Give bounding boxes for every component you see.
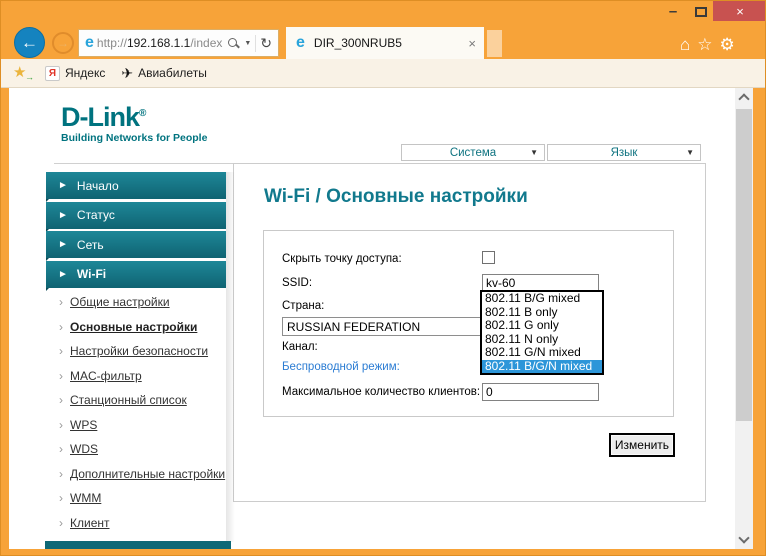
submenu-link[interactable]: › WMM (59, 486, 229, 511)
arrow-right-icon: ► (58, 239, 68, 250)
url-scheme: http:// (97, 36, 127, 50)
channel-label: Канал: (282, 341, 318, 353)
hide-ap-label: Скрыть точку доступа: (282, 253, 402, 265)
tab-title: DIR_300NRUB5 (314, 36, 469, 50)
dropdown-option[interactable]: 802.11 G/N mixed (482, 346, 602, 360)
scrollbar-thumb[interactable] (736, 109, 752, 421)
submenu-link[interactable]: › Общие настройки (59, 290, 229, 315)
sidebar-section[interactable]: ► Статус (46, 202, 226, 229)
divider (255, 35, 256, 52)
refresh-button[interactable]: ↻ (260, 35, 272, 52)
maximize-button[interactable] (693, 6, 709, 18)
hide-ap-checkbox[interactable] (482, 251, 495, 264)
sidebar-section[interactable]: ► Сеть (46, 231, 226, 258)
plane-icon: ✈ (121, 65, 133, 82)
address-bar[interactable]: e http://192.168.1.1/index ▼ ↻ (78, 29, 279, 57)
arrow-right-icon: ► (58, 269, 68, 280)
language-menu[interactable]: Язык ▼ (547, 144, 701, 161)
sidebar-footer-bar (45, 541, 231, 549)
ssid-label: SSID: (282, 277, 312, 289)
new-tab-button[interactable] (487, 30, 502, 57)
url-path: /index (190, 36, 222, 50)
page-title: Wi-Fi / Основные настройки (264, 186, 528, 208)
tab-favicon: e (296, 35, 305, 51)
bullet-icon: › (59, 467, 63, 481)
settings-button[interactable]: ⚙ (720, 36, 735, 53)
arrow-right-icon: ► (58, 210, 68, 221)
scroll-down-button[interactable] (738, 532, 749, 543)
browser-window: – × ← → e http://192.168.1.1/index ▼ ↻ e… (0, 0, 766, 556)
logo-tagline: Building Networks for People (61, 132, 207, 144)
browser-toolbar: ⌂ ☆ ⚙ (680, 29, 735, 59)
tab-close-button[interactable]: × (468, 36, 476, 51)
dropdown-option[interactable]: 802.11 G only (482, 319, 602, 333)
page-viewport: D-Link® Building Networks for People Сис… (9, 88, 753, 549)
logo-text: D-Link® (61, 100, 207, 131)
dropdown-option[interactable]: 802.11 B/G mixed (482, 292, 602, 306)
url-text[interactable]: http://192.168.1.1/index (97, 36, 224, 50)
favorite-link-yandex[interactable]: Яндекс (65, 66, 105, 80)
submenu-link[interactable]: › Дополнительные настройки (59, 462, 229, 487)
bullet-icon: › (59, 344, 63, 358)
back-button[interactable]: ← (14, 27, 45, 58)
bullet-icon: › (59, 418, 63, 432)
system-menu[interactable]: Система ▼ (401, 144, 545, 161)
scrollbar[interactable] (735, 88, 753, 549)
bullet-icon: › (59, 516, 63, 530)
chevron-down-icon[interactable]: ▼ (244, 40, 251, 47)
max-clients-label: Максимальное количество клиентов: (282, 386, 480, 398)
browser-tab[interactable]: e DIR_300NRUB5 × (286, 27, 484, 59)
close-button[interactable]: × (713, 1, 766, 21)
max-clients-input[interactable] (482, 383, 599, 401)
maximize-icon (695, 7, 707, 17)
bullet-icon: › (59, 393, 63, 407)
sidebar-submenu: › Общие настройки › Основные настройки ›… (59, 290, 229, 535)
favorite-link-airline[interactable]: Авиабилеты (138, 66, 207, 80)
arrow-icon: → (25, 72, 34, 82)
language-menu-label: Язык (611, 147, 638, 159)
settings-form: Скрыть точку доступа: SSID: Страна: RUSS… (263, 230, 674, 417)
scroll-up-button[interactable] (738, 93, 749, 104)
ie-icon: e (85, 35, 94, 51)
system-menu-label: Система (450, 147, 496, 159)
submenu-link[interactable]: › WDS (59, 437, 229, 462)
favorites-button[interactable]: ☆ (697, 36, 712, 53)
bullet-icon: › (59, 442, 63, 456)
submenu-link[interactable]: › Станционный список (59, 388, 229, 413)
favorites-bar: ★ → Я Яндекс ✈ Авиабилеты (1, 59, 766, 88)
sidebar: ► Начало ► Статус ► Сеть ► Wi-Fi (46, 172, 226, 290)
submenu-link[interactable]: › WPS (59, 413, 229, 438)
chevron-down-icon: ▼ (686, 148, 694, 157)
bullet-icon: › (59, 369, 63, 383)
wireless-mode-label: Беспроводной режим: (282, 361, 400, 373)
submenu-link[interactable]: › Клиент (59, 511, 229, 536)
submit-button[interactable]: Изменить (609, 433, 675, 457)
wireless-mode-dropdown[interactable]: 802.11 B/G mixed 802.11 B only 802.11 G … (480, 290, 604, 375)
dropdown-option[interactable]: 802.11 N only (482, 333, 602, 347)
bullet-icon: › (59, 295, 63, 309)
registered-mark: ® (139, 108, 145, 119)
sidebar-section[interactable]: ► Начало (46, 172, 226, 199)
search-icon[interactable] (227, 37, 240, 50)
bullet-icon: › (59, 491, 63, 505)
submenu-link[interactable]: › Настройки безопасности (59, 339, 229, 364)
dlink-logo: D-Link® Building Networks for People (61, 100, 207, 144)
chevron-down-icon: ▼ (530, 148, 538, 157)
arrow-right-icon: ► (58, 180, 68, 191)
url-host: 192.168.1.1 (127, 36, 190, 50)
dropdown-option[interactable]: 802.11 B/G/N mixed (482, 360, 602, 374)
yandex-favicon: Я (45, 66, 60, 81)
bullet-icon: › (59, 320, 63, 334)
forward-button[interactable]: → (52, 32, 74, 54)
home-button[interactable]: ⌂ (680, 36, 690, 53)
country-label: Страна: (282, 300, 324, 312)
minimize-button[interactable]: – (661, 3, 685, 19)
add-favorite-button[interactable]: ★ → (13, 65, 31, 81)
submenu-link[interactable]: › MAC-фильтр (59, 364, 229, 389)
sidebar-section[interactable]: ► Wi-Fi (46, 261, 226, 288)
dropdown-option[interactable]: 802.11 B only (482, 306, 602, 320)
submenu-link[interactable]: › Основные настройки (59, 315, 229, 340)
